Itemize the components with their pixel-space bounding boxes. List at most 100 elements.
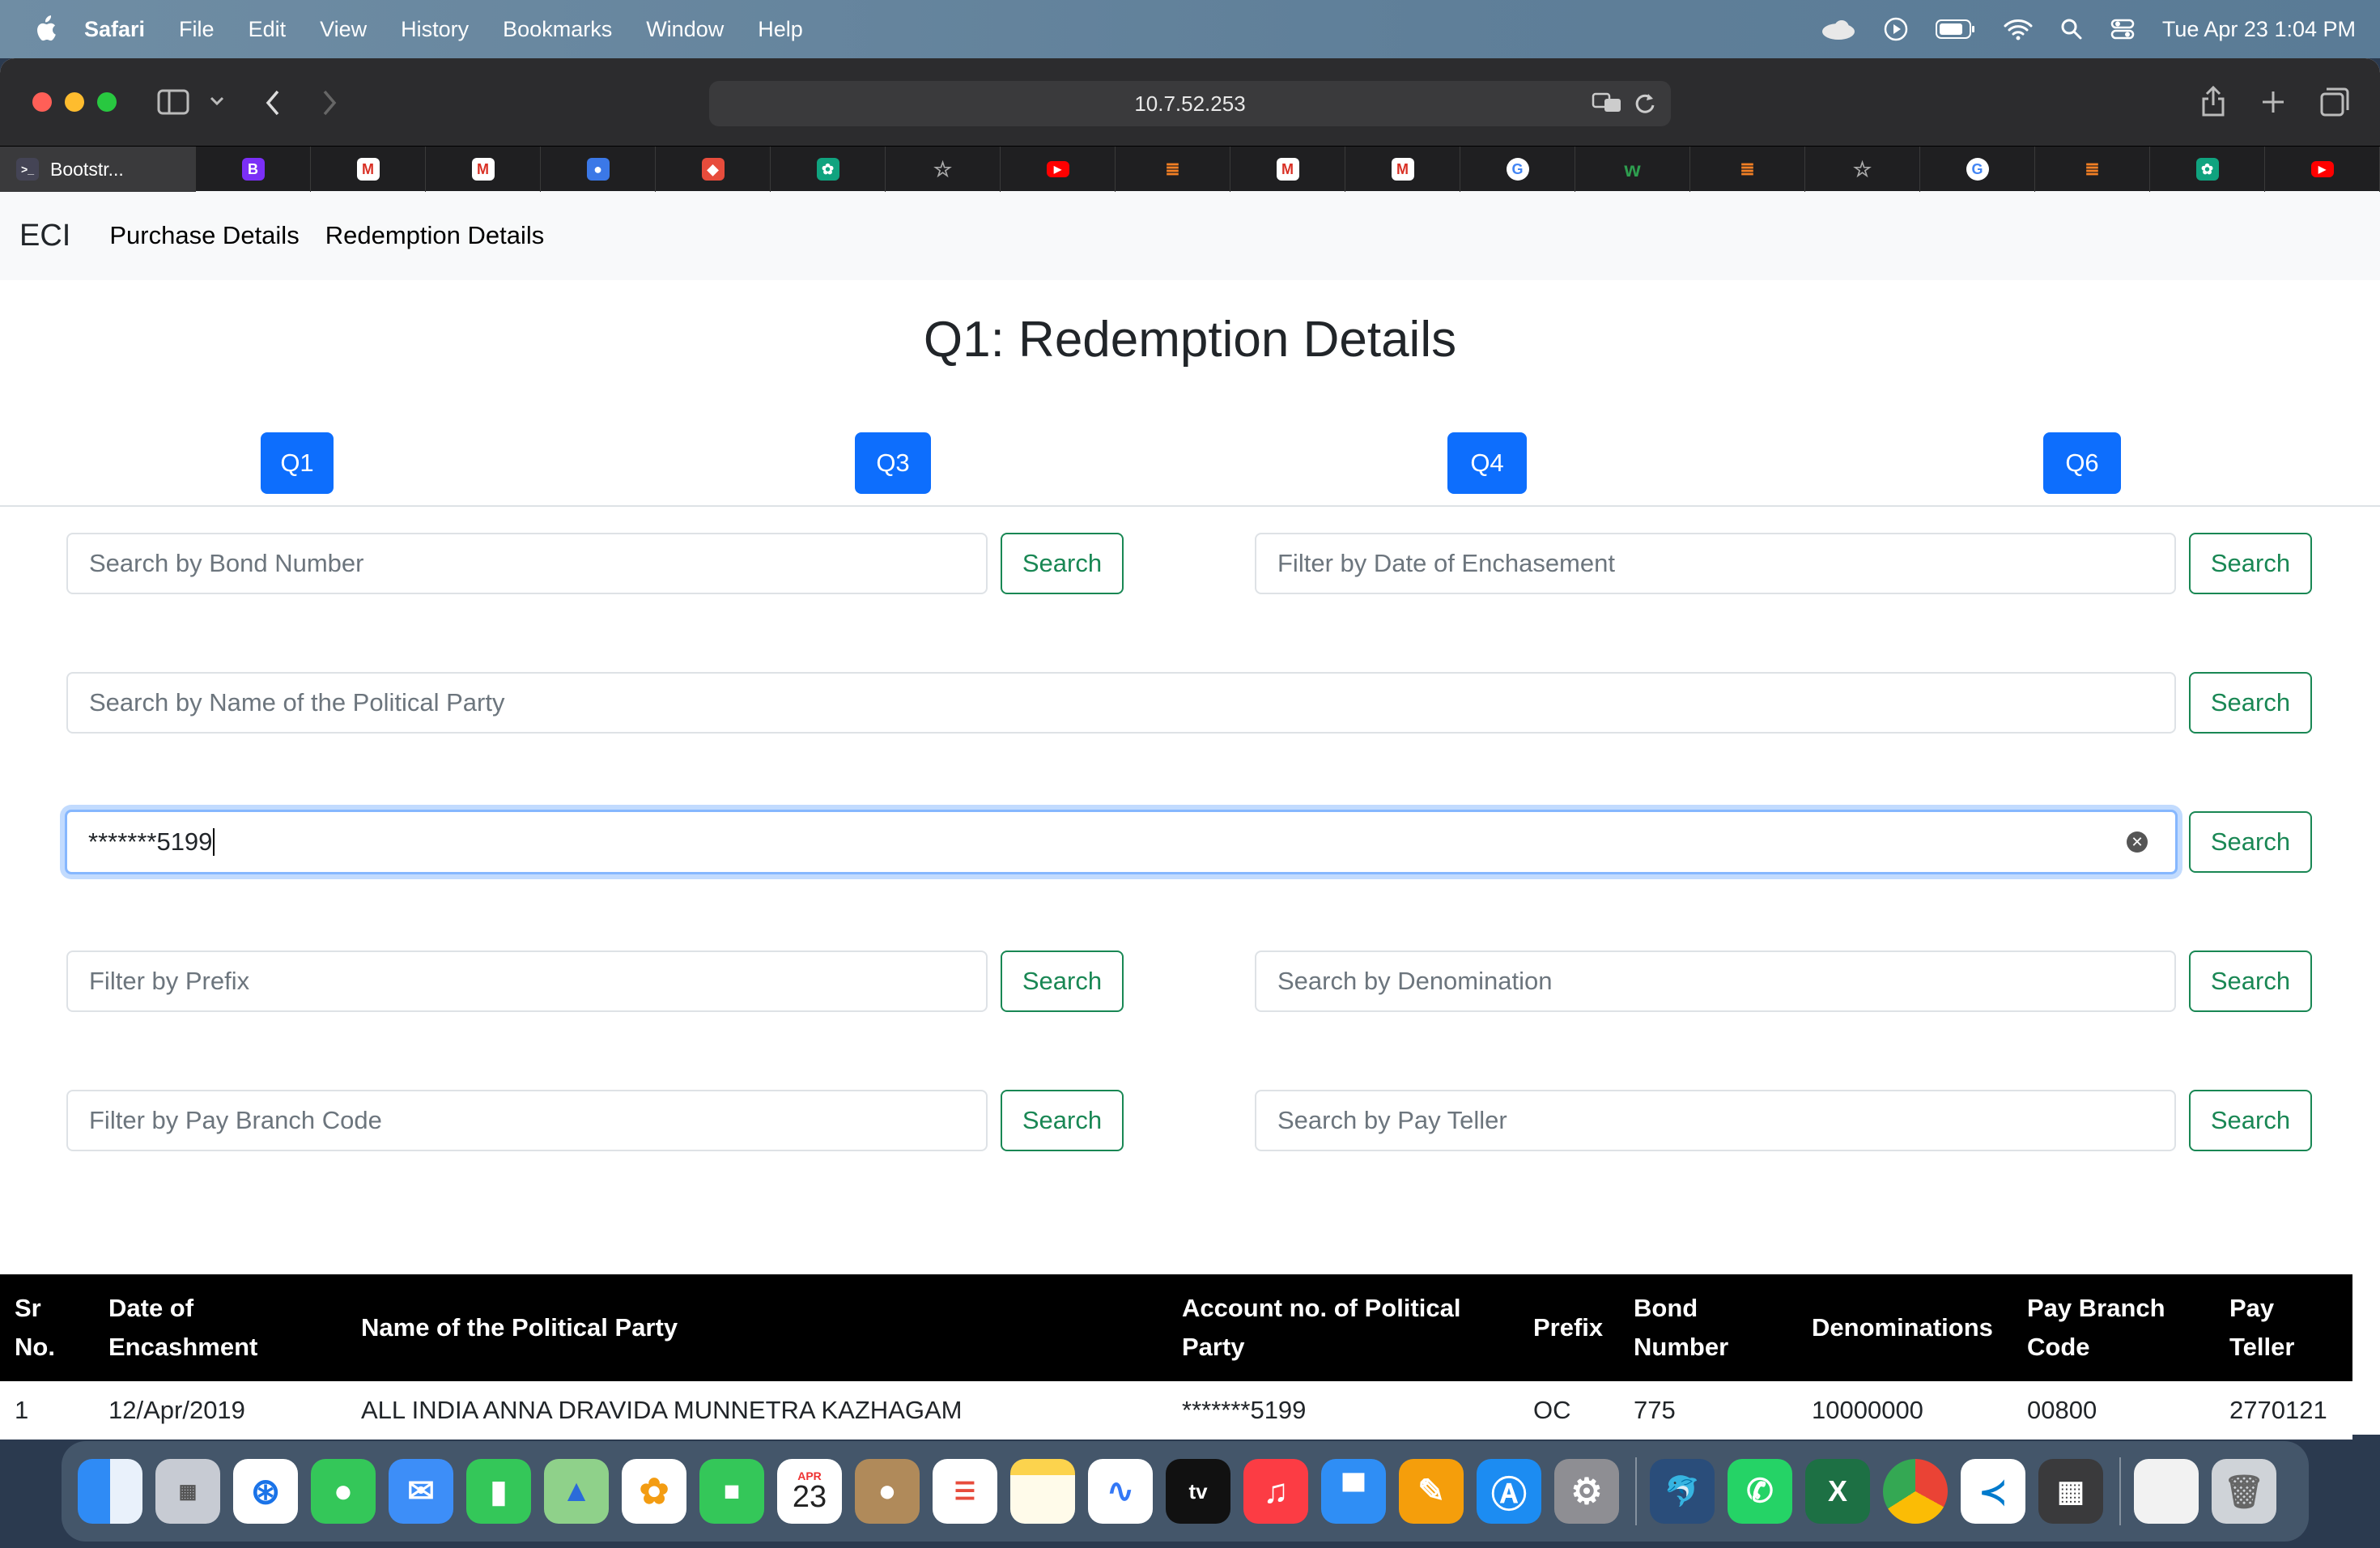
tab-stackoverflow[interactable]: ≣ — [1690, 147, 1805, 192]
menu-edit[interactable]: Edit — [249, 17, 287, 42]
address-bar[interactable]: 10.7.52.253 — [709, 81, 1671, 126]
tab-w[interactable]: w — [1575, 147, 1690, 192]
tab-openai[interactable]: ✿ — [771, 147, 886, 192]
tab-google[interactable]: G — [1920, 147, 2035, 192]
pay-teller-search-button[interactable]: Search — [2189, 1090, 2312, 1151]
contacts-icon[interactable]: ● — [855, 1459, 920, 1524]
party-name-input[interactable]: Search by Name of the Political Party — [66, 672, 2176, 734]
tab-active[interactable]: >_ Bootstr... — [0, 147, 196, 192]
tab-generic[interactable]: ◆ — [656, 147, 771, 192]
prefix-search-button[interactable]: Search — [1001, 950, 1124, 1012]
q1-button[interactable]: Q1 — [261, 432, 334, 494]
nav-purchase-details[interactable]: Purchase Details — [109, 221, 299, 250]
close-window-button[interactable] — [32, 92, 52, 112]
notes-icon[interactable] — [1010, 1459, 1075, 1524]
tab-bookmark[interactable]: ☆ — [1805, 147, 1920, 192]
account-number-search-button[interactable]: Search — [2189, 811, 2312, 873]
navbar-brand[interactable]: ECI — [19, 219, 70, 253]
apple-icon[interactable] — [32, 15, 57, 43]
finder-icon[interactable] — [78, 1459, 142, 1524]
forward-icon[interactable] — [321, 89, 338, 117]
play-icon[interactable] — [1884, 17, 1908, 41]
app-store-icon[interactable]: Ⓐ — [1477, 1459, 1541, 1524]
tab-overview-icon[interactable] — [2320, 87, 2349, 117]
mail-icon[interactable]: ✉ — [389, 1459, 453, 1524]
tab-bookmark[interactable]: ☆ — [886, 147, 1001, 192]
date-encashment-search-button[interactable]: Search — [2189, 533, 2312, 594]
prefix-input[interactable]: Filter by Prefix — [66, 950, 988, 1012]
pages-icon[interactable]: ✎ — [1399, 1459, 1464, 1524]
messages-icon[interactable]: ● — [311, 1459, 376, 1524]
music-icon[interactable]: ♫ — [1243, 1459, 1308, 1524]
share-icon[interactable] — [2200, 84, 2226, 117]
menu-help[interactable]: Help — [758, 17, 803, 42]
denomination-input[interactable]: Search by Denomination — [1255, 950, 2176, 1012]
calculator-icon[interactable]: ▦ — [2038, 1459, 2103, 1524]
reload-icon[interactable] — [1634, 91, 1656, 115]
sidebar-icon[interactable] — [157, 89, 189, 115]
party-name-search-button[interactable]: Search — [2189, 672, 2312, 734]
document-icon[interactable] — [2134, 1459, 2199, 1524]
tab-stackoverflow[interactable]: ≣ — [2035, 147, 2150, 192]
keynote-icon[interactable]: ▀ — [1321, 1459, 1386, 1524]
safari-icon[interactable]: ⊛ — [233, 1459, 298, 1524]
menu-bookmarks[interactable]: Bookmarks — [503, 17, 612, 42]
menu-view[interactable]: View — [320, 17, 367, 42]
apple-tv-icon[interactable]: tv — [1166, 1459, 1230, 1524]
tab-gmail[interactable]: M — [426, 147, 541, 192]
tab-contacts[interactable]: ● — [541, 147, 656, 192]
vscode-icon[interactable]: ≺ — [1961, 1459, 2025, 1524]
clear-input-icon[interactable]: ✕ — [2127, 831, 2148, 853]
excel-icon[interactable]: X — [1805, 1459, 1870, 1524]
control-center-icon[interactable] — [2110, 18, 2135, 40]
bond-number-search-button[interactable]: Search — [1001, 533, 1124, 594]
system-settings-icon[interactable]: ⚙ — [1554, 1459, 1619, 1524]
tab-stackoverflow[interactable]: ≣ — [1116, 147, 1230, 192]
menu-history[interactable]: History — [401, 17, 469, 42]
bond-number-input[interactable]: Search by Bond Number — [66, 533, 988, 594]
facetime-icon[interactable]: ■ — [699, 1459, 764, 1524]
menu-file[interactable]: File — [179, 17, 215, 42]
numbers-icon[interactable]: ▮ — [466, 1459, 531, 1524]
menubar-clock[interactable]: Tue Apr 23 1:04 PM — [2162, 17, 2356, 42]
freeform-icon[interactable]: ∿ — [1088, 1459, 1153, 1524]
translate-icon[interactable] — [1592, 91, 1622, 115]
tab-youtube[interactable]: ▶ — [1001, 147, 1116, 192]
zoom-window-button[interactable] — [97, 92, 117, 112]
mysql-workbench-icon[interactable]: 🐬 — [1650, 1459, 1715, 1524]
launchpad-icon[interactable]: ▦ — [155, 1459, 220, 1524]
tab-openai[interactable]: ✿ — [2150, 147, 2265, 192]
whatsapp-icon[interactable]: ✆ — [1728, 1459, 1792, 1524]
wifi-icon[interactable] — [2004, 18, 2033, 40]
tab-gmail[interactable]: M — [311, 147, 426, 192]
q4-button[interactable]: Q4 — [1447, 432, 1527, 494]
q3-button[interactable]: Q3 — [855, 432, 931, 494]
chevron-down-icon[interactable] — [209, 96, 225, 107]
branch-code-input[interactable]: Filter by Pay Branch Code — [66, 1090, 988, 1151]
date-encashment-input[interactable]: Filter by Date of Enchasement — [1255, 533, 2176, 594]
chrome-icon[interactable] — [1883, 1459, 1948, 1524]
nav-redemption-details[interactable]: Redemption Details — [325, 221, 545, 250]
maps-icon[interactable]: ▲ — [544, 1459, 609, 1524]
photos-icon[interactable]: ✿ — [622, 1459, 686, 1524]
account-number-input[interactable]: *******5199 ✕ — [65, 810, 2178, 874]
tab-youtube[interactable]: ▶ — [2265, 147, 2380, 192]
q6-button[interactable]: Q6 — [2043, 432, 2121, 494]
tab-bootstrap[interactable]: B — [196, 147, 311, 192]
reminders-icon[interactable]: ☰ — [933, 1459, 997, 1524]
menu-app-name[interactable]: Safari — [84, 17, 145, 42]
tab-google[interactable]: G — [1460, 147, 1575, 192]
trash-icon[interactable]: 🗑 — [2212, 1459, 2276, 1524]
menu-window[interactable]: Window — [646, 17, 724, 42]
calendar-icon[interactable]: APR 23 — [777, 1459, 842, 1524]
new-tab-icon[interactable] — [2260, 89, 2286, 115]
tab-gmail[interactable]: M — [1345, 147, 1460, 192]
pay-teller-input[interactable]: Search by Pay Teller — [1255, 1090, 2176, 1151]
denomination-search-button[interactable]: Search — [2189, 950, 2312, 1012]
branch-code-search-button[interactable]: Search — [1001, 1090, 1124, 1151]
back-icon[interactable] — [264, 89, 282, 117]
search-icon[interactable] — [2060, 18, 2083, 40]
battery-icon[interactable] — [1935, 19, 1976, 40]
tab-gmail[interactable]: M — [1230, 147, 1345, 192]
icloud-icon[interactable] — [1821, 19, 1856, 40]
